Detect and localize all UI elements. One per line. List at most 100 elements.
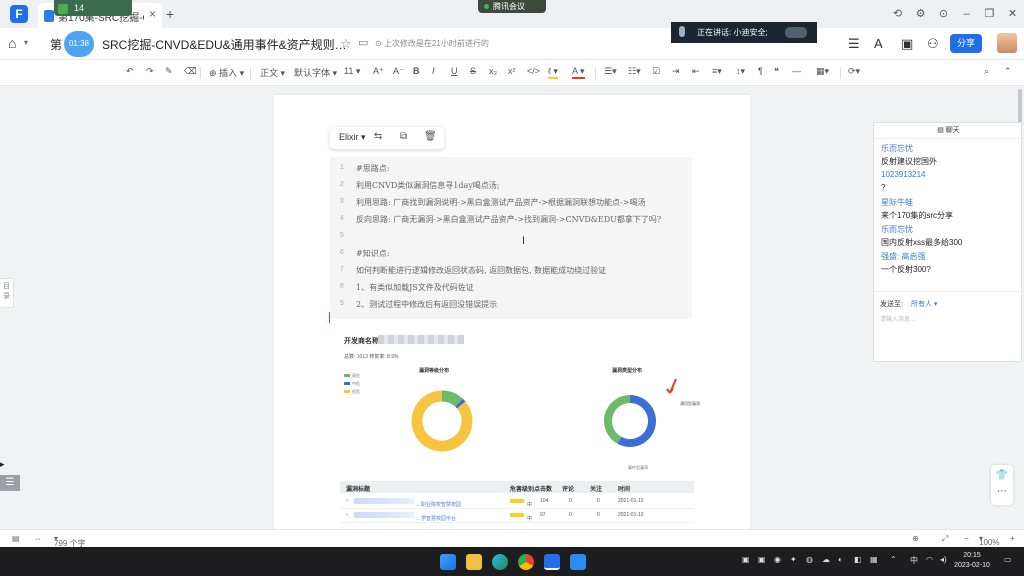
vuln-title-link[interactable]: …学智慧校园平台 xyxy=(354,512,456,522)
bold-icon[interactable]: B xyxy=(413,66,420,76)
meeting-app-icon[interactable] xyxy=(570,554,586,570)
collapse-toolbar-icon[interactable]: ⌃ xyxy=(1004,66,1012,77)
numbered-list-icon[interactable]: ☷▾ xyxy=(628,66,641,77)
tray-app-icon[interactable]: ▣ xyxy=(758,555,766,564)
side-notes-tab[interactable]: 目录 xyxy=(0,278,14,308)
docs-app-icon[interactable] xyxy=(544,554,560,570)
present-icon[interactable]: ▣ xyxy=(901,36,913,52)
increase-font-icon[interactable]: A⁺ xyxy=(373,66,384,77)
fit-icon[interactable]: ⤢ xyxy=(942,534,948,544)
word-count[interactable]: 799 个字 ▾ xyxy=(54,534,86,548)
wifi-icon[interactable]: ◠ xyxy=(926,555,933,564)
folder-icon[interactable]: ▭ xyxy=(358,36,368,49)
indent-icon[interactable]: ⇥ xyxy=(672,66,680,77)
font-family-select[interactable]: 默认字体 ▾ xyxy=(294,66,337,79)
tray-app-icon[interactable]: ◍ xyxy=(806,555,813,564)
outline-icon[interactable]: ▤ xyxy=(12,534,20,543)
code-line[interactable]: 3 利用思路: 厂商找到漏洞说明->黑白盒测试产品资产->根据漏洞联想功能点->喝… xyxy=(330,195,692,211)
volume-icon[interactable]: ◂) xyxy=(940,555,947,564)
code-block[interactable]: 1 #思路点: 2 利用CNVD类似漏洞信息寻1day喝点汤; 3 利用思路: 厂商找到漏… xyxy=(330,157,692,319)
code-line[interactable]: 1 #思路点: xyxy=(330,161,692,177)
more-icon[interactable]: ⋯ xyxy=(991,486,1013,497)
checklist-icon[interactable]: ☑ xyxy=(652,66,660,77)
new-tab-button[interactable]: + xyxy=(166,6,174,22)
code-line[interactable]: 9 2、测试过程中修改后有返回没错误提示 xyxy=(330,297,692,313)
strikethrough-icon[interactable]: S xyxy=(470,66,476,76)
outline-toggle-icon[interactable]: ☰ xyxy=(0,475,20,491)
decrease-font-icon[interactable]: A⁻ xyxy=(393,66,404,77)
document-page[interactable]: Elixir ▾ ⇆ ⧉ 🗑 1 #思路点: 2 利用CNVD类似漏洞信息寻1day喝… xyxy=(274,95,750,529)
tray-app-icon[interactable]: ◧ xyxy=(854,555,862,564)
chat-sender-name[interactable]: 强盛: 高启强 xyxy=(881,251,925,262)
format-painter-icon[interactable]: ✎ xyxy=(165,66,173,77)
start-menu-icon[interactable] xyxy=(440,554,456,570)
bullet-list-icon[interactable]: ☰▾ xyxy=(604,66,617,77)
subscript-icon[interactable]: x₂ xyxy=(489,66,497,76)
divider-line-icon[interactable]: ― xyxy=(792,66,801,76)
system-clock[interactable]: 20:15 2023-02-10 xyxy=(952,551,992,571)
zoom-level[interactable]: 100% ▾ xyxy=(979,534,999,547)
table-icon[interactable]: ▦▾ xyxy=(816,66,829,77)
text-format-icon[interactable]: A xyxy=(874,36,883,51)
chat-sender-name[interactable]: 乐而忘忧 xyxy=(881,143,913,154)
quote-icon[interactable]: ❝ xyxy=(774,66,779,77)
code-line[interactable]: 5 xyxy=(330,229,692,245)
delete-icon[interactable]: 🗑 xyxy=(424,131,437,142)
zoom-in-icon[interactable]: + xyxy=(1010,534,1015,543)
home-icon[interactable]: ⌂ xyxy=(8,35,16,51)
minimize-button[interactable]: – xyxy=(955,4,978,24)
vuln-title-link[interactable]: …职业院校智慧校园 xyxy=(354,498,461,508)
undo-icon[interactable]: ↶ xyxy=(126,66,134,77)
chevron-down-icon[interactable]: ▾ xyxy=(24,38,28,47)
code-line[interactable]: 6 #知识点: xyxy=(330,246,692,262)
paragraph-style-select[interactable]: 正文 ▾ xyxy=(260,66,285,79)
chevron-up-icon[interactable]: ⌃ xyxy=(890,555,897,564)
restore-button[interactable]: ❐ xyxy=(978,4,1001,24)
copy-icon[interactable]: ⧉ xyxy=(400,131,407,142)
chat-sender-name[interactable]: 1023913214 xyxy=(881,170,926,179)
send-to-select[interactable]: 所有人 ▾ xyxy=(911,301,937,308)
app-logo-icon[interactable]: F xyxy=(10,5,28,23)
page-width-icon[interactable]: ⇔ xyxy=(34,534,42,543)
input-method-indicator[interactable]: 中 xyxy=(910,555,918,566)
chat-sender-name[interactable]: 星际牛蛙 xyxy=(881,197,913,208)
close-icon[interactable]: × xyxy=(149,7,156,21)
tray-app-icon[interactable]: ◉ xyxy=(774,555,781,564)
outdent-icon[interactable]: ⇤ xyxy=(692,66,700,77)
floating-tools[interactable]: 👕 ⋯ xyxy=(991,465,1013,505)
tray-app-icon[interactable]: ☁ xyxy=(822,555,830,564)
chat-sender-name[interactable]: 乐而忘忧 xyxy=(881,224,913,235)
code-line[interactable]: 2 利用CNVD类似漏洞信息寻1day喝点汤; xyxy=(330,178,692,194)
doc-title[interactable]: SRC挖掘-CNVD&EDU&通用事件&资产规则… xyxy=(102,36,347,53)
redo-icon[interactable]: ↷ xyxy=(146,66,154,77)
chat-header[interactable]: ▤ 聊天 xyxy=(874,123,1023,139)
chat-input[interactable]: 请输入消息... xyxy=(880,314,915,323)
shirt-icon[interactable]: 👕 xyxy=(991,470,1013,481)
settings-icon[interactable]: ⚙ xyxy=(909,4,932,24)
font-size-select[interactable]: 11 ▾ xyxy=(344,66,360,77)
plugin-icon[interactable]: ⟳▾ xyxy=(848,66,860,77)
close-window-button[interactable]: ✕ xyxy=(1001,4,1024,24)
tray-app-icon[interactable]: ▣ xyxy=(742,555,750,564)
superscript-icon[interactable]: x² xyxy=(508,66,516,76)
chrome-browser-icon[interactable] xyxy=(518,554,534,570)
menu-icon[interactable]: ☰ xyxy=(848,36,860,52)
share-button[interactable]: 分享 xyxy=(950,34,982,53)
user-avatar[interactable] xyxy=(997,33,1017,53)
notification-icon[interactable]: ▭ xyxy=(1004,555,1012,564)
insert-button[interactable]: ⊕ 插入 ▾ xyxy=(209,66,244,79)
code-line[interactable]: 7 如何判断能进行逻辑修改返回状态码, 返回数据包, 数据能成功绕过验证 xyxy=(330,263,692,279)
code-icon[interactable]: </> xyxy=(527,66,540,76)
search-icon[interactable]: ⌕ xyxy=(984,66,989,77)
code-line[interactable]: 8 1、有类似加载JS文件及代码佐证 xyxy=(330,280,692,296)
meeting-indicator[interactable]: 腾讯会议 xyxy=(478,0,546,13)
tray-app-icon[interactable]: ▦ xyxy=(870,555,878,564)
font-color-icon[interactable]: A ▾ xyxy=(572,66,585,79)
clear-format-icon[interactable]: ⌫ xyxy=(184,66,197,77)
underline-icon[interactable]: U xyxy=(451,66,458,76)
file-explorer-icon[interactable] xyxy=(466,554,482,570)
tray-app-icon[interactable]: ✦ xyxy=(790,555,797,564)
sync-icon[interactable]: ⟲ xyxy=(886,4,909,24)
language-select[interactable]: Elixir ▾ xyxy=(339,132,366,143)
edge-browser-icon[interactable] xyxy=(492,554,508,570)
